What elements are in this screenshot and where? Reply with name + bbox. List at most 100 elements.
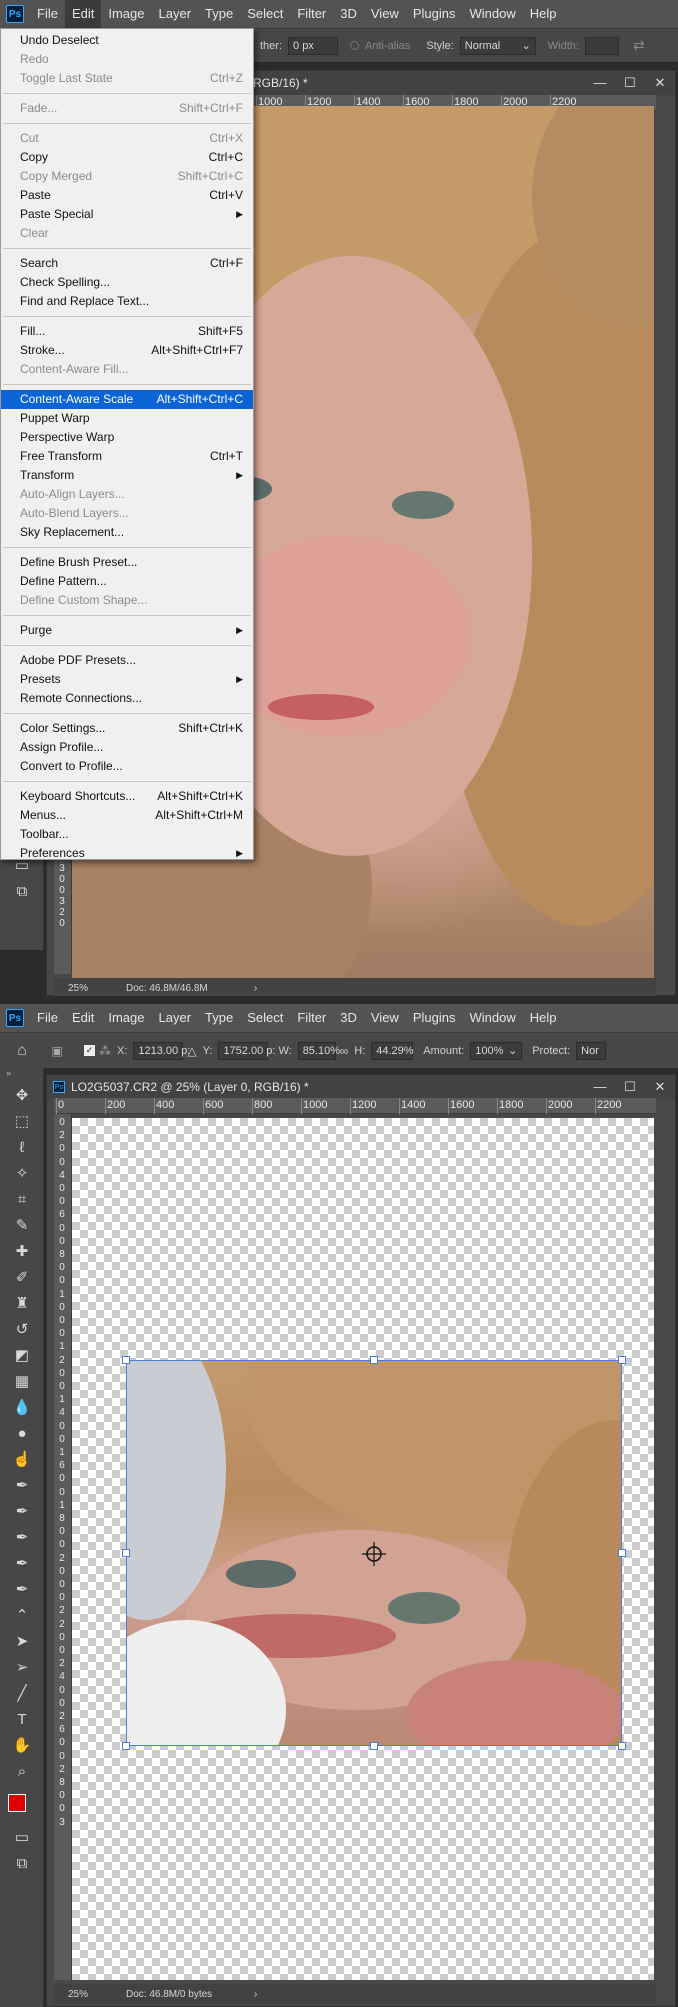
link-icon[interactable]: ∞ — [340, 1044, 349, 1058]
reference-point-crosshair-icon[interactable] — [362, 1542, 386, 1566]
lasso-tool-icon[interactable]: ℓ — [0, 1134, 44, 1160]
transform-preset-icon[interactable]: ▣ — [44, 1044, 70, 1058]
chevron-right-icon[interactable]: › — [254, 1989, 257, 2000]
history-brush-tool-icon[interactable]: ↺ — [0, 1316, 44, 1342]
quick-mask-icon[interactable]: ▭ — [0, 1824, 44, 1850]
bottom-menu-help[interactable]: Help — [523, 1004, 564, 1032]
style-select[interactable]: Normal ⌄ — [459, 36, 536, 55]
edit-menu-item-toolbar[interactable]: Toolbar... — [1, 825, 253, 844]
bottom-vertical-scrollbar[interactable] — [656, 1114, 670, 1980]
gradient-tool-icon[interactable]: ▦ — [0, 1368, 44, 1394]
bottom-menu-select[interactable]: Select — [240, 1004, 290, 1032]
handle-top-center[interactable] — [370, 1356, 378, 1364]
h-input[interactable]: 44.29% — [371, 1041, 414, 1060]
edit-menu-item-define-brush-preset[interactable]: Define Brush Preset... — [1, 553, 253, 572]
edit-menu-item-preferences[interactable]: Preferences ▶ — [1, 844, 253, 863]
top-menu-3d[interactable]: 3D — [333, 0, 364, 28]
foreground-color-swatch[interactable] — [8, 1794, 26, 1812]
handle-bottom-right[interactable] — [618, 1742, 626, 1750]
edit-menu-item-purge[interactable]: Purge ▶ — [1, 621, 253, 640]
amount-select[interactable]: 100% ⌄ — [470, 1041, 523, 1060]
edit-menu-item-content-aware-fill[interactable]: Content-Aware Fill... — [1, 360, 253, 379]
marquee-tool-icon[interactable]: ⬚ — [0, 1108, 44, 1134]
edit-menu-item-fill[interactable]: Fill... Shift+F5 — [1, 322, 253, 341]
clone-stamp-tool-icon[interactable]: ♜ — [0, 1290, 44, 1316]
zoom-tool-icon[interactable]: ⌕ — [0, 1758, 44, 1784]
minimize-icon[interactable]: — — [585, 75, 615, 91]
edit-menu-item-paste-special[interactable]: Paste Special ▶ — [1, 205, 253, 224]
swap-icon[interactable]: ⇄ — [633, 37, 645, 54]
dodge-tool-icon[interactable]: ● — [0, 1420, 44, 1446]
handle-middle-right[interactable] — [618, 1549, 626, 1557]
delta-icon[interactable]: △ — [187, 1044, 196, 1058]
brush-tool-icon[interactable]: ✐ — [0, 1264, 44, 1290]
add-anchor-tool-icon[interactable]: ✒ — [0, 1550, 44, 1576]
bottom-canvas-transparent[interactable] — [72, 1118, 654, 1980]
edit-menu-item-assign-profile[interactable]: Assign Profile... — [1, 738, 253, 757]
direct-selection-tool-icon[interactable]: ➢ — [0, 1654, 44, 1680]
bottom-menu-layer[interactable]: Layer — [152, 1004, 199, 1032]
edit-menu-item-define-custom-shape[interactable]: Define Custom Shape... — [1, 591, 253, 610]
top-menu-plugins[interactable]: Plugins — [406, 0, 463, 28]
edit-menu-item-cut[interactable]: Cut Ctrl+X — [1, 129, 253, 148]
smudge-tool-icon[interactable]: ☝ — [0, 1446, 44, 1472]
blur-tool-icon[interactable]: 💧 — [0, 1394, 44, 1420]
bottom-zoom-level[interactable]: 25% — [54, 1989, 114, 2000]
top-menu-help[interactable]: Help — [523, 0, 564, 28]
edit-menu-item-convert-to-profile[interactable]: Convert to Profile... — [1, 757, 253, 776]
bottom-menu-image[interactable]: Image — [101, 1004, 151, 1032]
handle-bottom-left[interactable] — [122, 1742, 130, 1750]
feather-input[interactable]: 0 px — [288, 36, 339, 55]
top-vertical-scrollbar[interactable] — [656, 106, 670, 980]
edit-menu-item-redo[interactable]: Redo — [1, 50, 253, 69]
type-tool-icon[interactable]: T — [0, 1706, 44, 1732]
delete-anchor-tool-icon[interactable]: ✒ — [0, 1576, 44, 1602]
handle-top-left[interactable] — [122, 1356, 130, 1364]
edit-menu-item-auto-align-layers[interactable]: Auto-Align Layers... — [1, 485, 253, 504]
width-input[interactable] — [584, 36, 619, 55]
healing-brush-tool-icon[interactable]: ✚ — [0, 1238, 44, 1264]
handle-top-right[interactable] — [618, 1356, 626, 1364]
top-menu-type[interactable]: Type — [198, 0, 240, 28]
handle-bottom-center[interactable] — [370, 1742, 378, 1750]
eraser-tool-icon[interactable]: ◩ — [0, 1342, 44, 1368]
top-menu-file[interactable]: File — [30, 0, 65, 28]
edit-menu-item-remote-connections[interactable]: Remote Connections... — [1, 689, 253, 708]
hand-tool-icon[interactable]: ✋ — [0, 1732, 44, 1758]
home-icon[interactable]: ⌂ — [0, 1042, 44, 1060]
edit-menu-item-color-settings[interactable]: Color Settings... Shift+Ctrl+K — [1, 719, 253, 738]
bottom-menu-3d[interactable]: 3D — [333, 1004, 364, 1032]
edit-menu-item-copy[interactable]: Copy Ctrl+C — [1, 148, 253, 167]
edit-menu-item-search[interactable]: Search Ctrl+F — [1, 254, 253, 273]
edit-menu-item-content-aware-scale[interactable]: Content-Aware Scale Alt+Shift+Ctrl+C — [1, 390, 253, 409]
edit-menu-item-clear[interactable]: Clear — [1, 224, 253, 243]
reference-point-checkbox[interactable]: ✓ — [84, 1045, 95, 1056]
close-icon[interactable]: ✕ — [645, 1079, 675, 1095]
edit-menu-item-find-and-replace-text[interactable]: Find and Replace Text... — [1, 292, 253, 311]
collapse-toolbar-icon[interactable]: » — [0, 1068, 43, 1082]
eyedropper-tool-icon[interactable]: ✎ — [0, 1212, 44, 1238]
magic-wand-tool-icon[interactable]: ✧ — [0, 1160, 44, 1186]
pen-tool-icon[interactable]: ✒ — [0, 1472, 44, 1498]
move-tool-icon[interactable]: ✥ — [0, 1082, 44, 1108]
photoshop-logo-icon[interactable]: Ps — [6, 5, 24, 23]
photoshop-logo-icon[interactable]: Ps — [6, 1009, 24, 1027]
maximize-icon[interactable]: ☐ — [615, 1079, 645, 1095]
bottom-menu-filter[interactable]: Filter — [290, 1004, 333, 1032]
chevron-right-icon[interactable]: › — [254, 983, 257, 994]
close-icon[interactable]: ✕ — [645, 75, 675, 91]
edit-menu-item-fade[interactable]: Fade... Shift+Ctrl+F — [1, 99, 253, 118]
path-selection-tool-icon[interactable]: ➤ — [0, 1628, 44, 1654]
top-menu-edit[interactable]: Edit — [64, 0, 102, 28]
maximize-icon[interactable]: ☐ — [615, 75, 645, 91]
edit-menu-item-paste[interactable]: Paste Ctrl+V — [1, 186, 253, 205]
curvature-pen-tool-icon[interactable]: ✒ — [0, 1524, 44, 1550]
top-zoom-level[interactable]: 25% — [54, 983, 114, 994]
bottom-menu-type[interactable]: Type — [198, 1004, 240, 1032]
edit-menu-item-check-spelling[interactable]: Check Spelling... — [1, 273, 253, 292]
minimize-icon[interactable]: — — [585, 1079, 615, 1095]
x-input[interactable]: 1213.00 p: — [133, 1041, 190, 1060]
edit-menu-item-presets[interactable]: Presets ▶ — [1, 670, 253, 689]
top-menu-layer[interactable]: Layer — [152, 0, 199, 28]
bottom-document-tab[interactable]: Ps LO2G5037.CR2 @ 25% (Layer 0, RGB/16) … — [47, 1075, 675, 1099]
